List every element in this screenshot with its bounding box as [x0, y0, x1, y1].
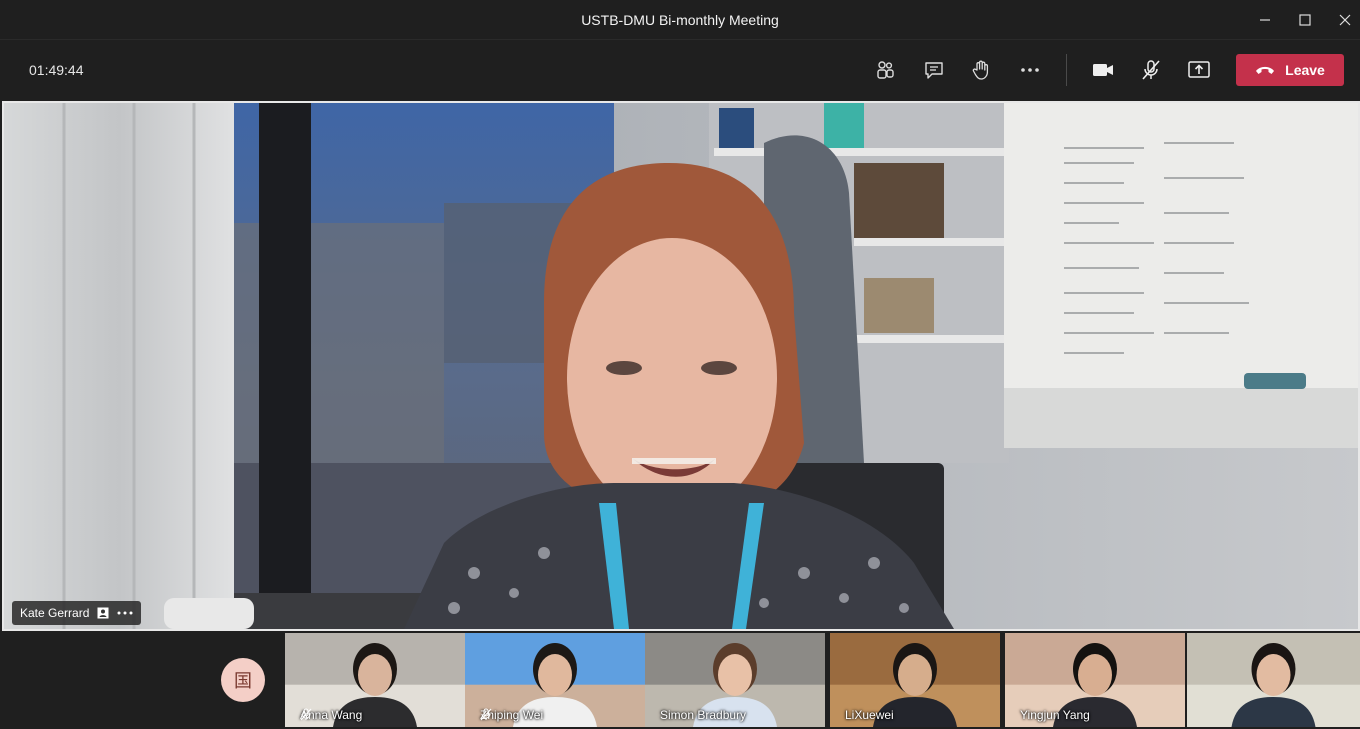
minimize-icon [1260, 19, 1270, 21]
participant-tile[interactable]: Zhiping Wei [465, 633, 645, 727]
more-icon [1021, 68, 1039, 72]
microphone-muted-icon [1142, 60, 1160, 80]
participant-tile[interactable]: Anna Wang [285, 633, 465, 727]
close-button[interactable] [1331, 8, 1359, 32]
toolbar-divider [1066, 54, 1067, 86]
participant-name-label: Zhiping Wei [480, 708, 543, 722]
participant-strip: 国 Anna Wang Zhiping Wei Simon Bradbury LiXu… [0, 633, 1360, 729]
participant-name-label: Yingjun Yang [1020, 708, 1090, 722]
video-feed [4, 103, 1358, 629]
people-icon [877, 61, 894, 79]
meeting-toolbar: 01:49:44 Leave [0, 40, 1360, 100]
share-screen-button[interactable] [1185, 56, 1213, 84]
participant-name-label: Anna Wang [300, 708, 362, 722]
participant-tile[interactable]: LiXuewei [830, 633, 1000, 727]
raise-hand-button[interactable] [967, 56, 995, 84]
participant-name: Yingjun Yang [1020, 708, 1090, 722]
maximize-button[interactable] [1291, 8, 1319, 32]
hang-up-icon [1256, 66, 1275, 74]
participant-name-label: Simon Bradbury [660, 708, 746, 722]
main-participant-name: Kate Gerrard [20, 606, 90, 620]
camera-button[interactable] [1089, 56, 1117, 84]
minimize-button[interactable] [1251, 8, 1279, 32]
microphone-button[interactable] [1137, 56, 1165, 84]
participants-button[interactable] [871, 56, 899, 84]
chat-button[interactable] [920, 56, 948, 84]
participant-name: LiXuewei [845, 708, 894, 722]
leave-label: Leave [1285, 62, 1325, 78]
share-icon [1188, 61, 1210, 78]
camera-icon [1093, 64, 1113, 76]
participant-tile[interactable]: Yingjun Yang [1005, 633, 1185, 727]
microphone-muted-icon [300, 708, 312, 721]
maximize-icon [1299, 14, 1311, 26]
participant-video [1187, 633, 1360, 727]
leave-button[interactable]: Leave [1236, 54, 1344, 86]
participant-tile[interactable]: Simon Bradbury [645, 633, 825, 727]
microphone-muted-icon [480, 708, 492, 721]
chat-icon [925, 62, 943, 79]
title-bar: USTB-DMU Bi-monthly Meeting [0, 0, 1360, 40]
window-title: USTB-DMU Bi-monthly Meeting [581, 12, 779, 28]
participant-name: Simon Bradbury [660, 708, 747, 722]
main-video[interactable]: Kate Gerrard [2, 101, 1360, 631]
meeting-timer: 01:49:44 [29, 62, 84, 78]
more-actions-button[interactable] [1016, 56, 1044, 84]
participant-tile[interactable] [1187, 633, 1360, 727]
spotlight-icon [97, 607, 109, 619]
hand-icon [972, 60, 989, 80]
self-avatar[interactable]: 国 [221, 658, 265, 702]
participant-name-label: LiXuewei [845, 708, 894, 722]
close-icon [1339, 14, 1351, 26]
main-video-name-tag[interactable]: Kate Gerrard [12, 601, 142, 625]
more-options-icon[interactable] [117, 610, 133, 616]
